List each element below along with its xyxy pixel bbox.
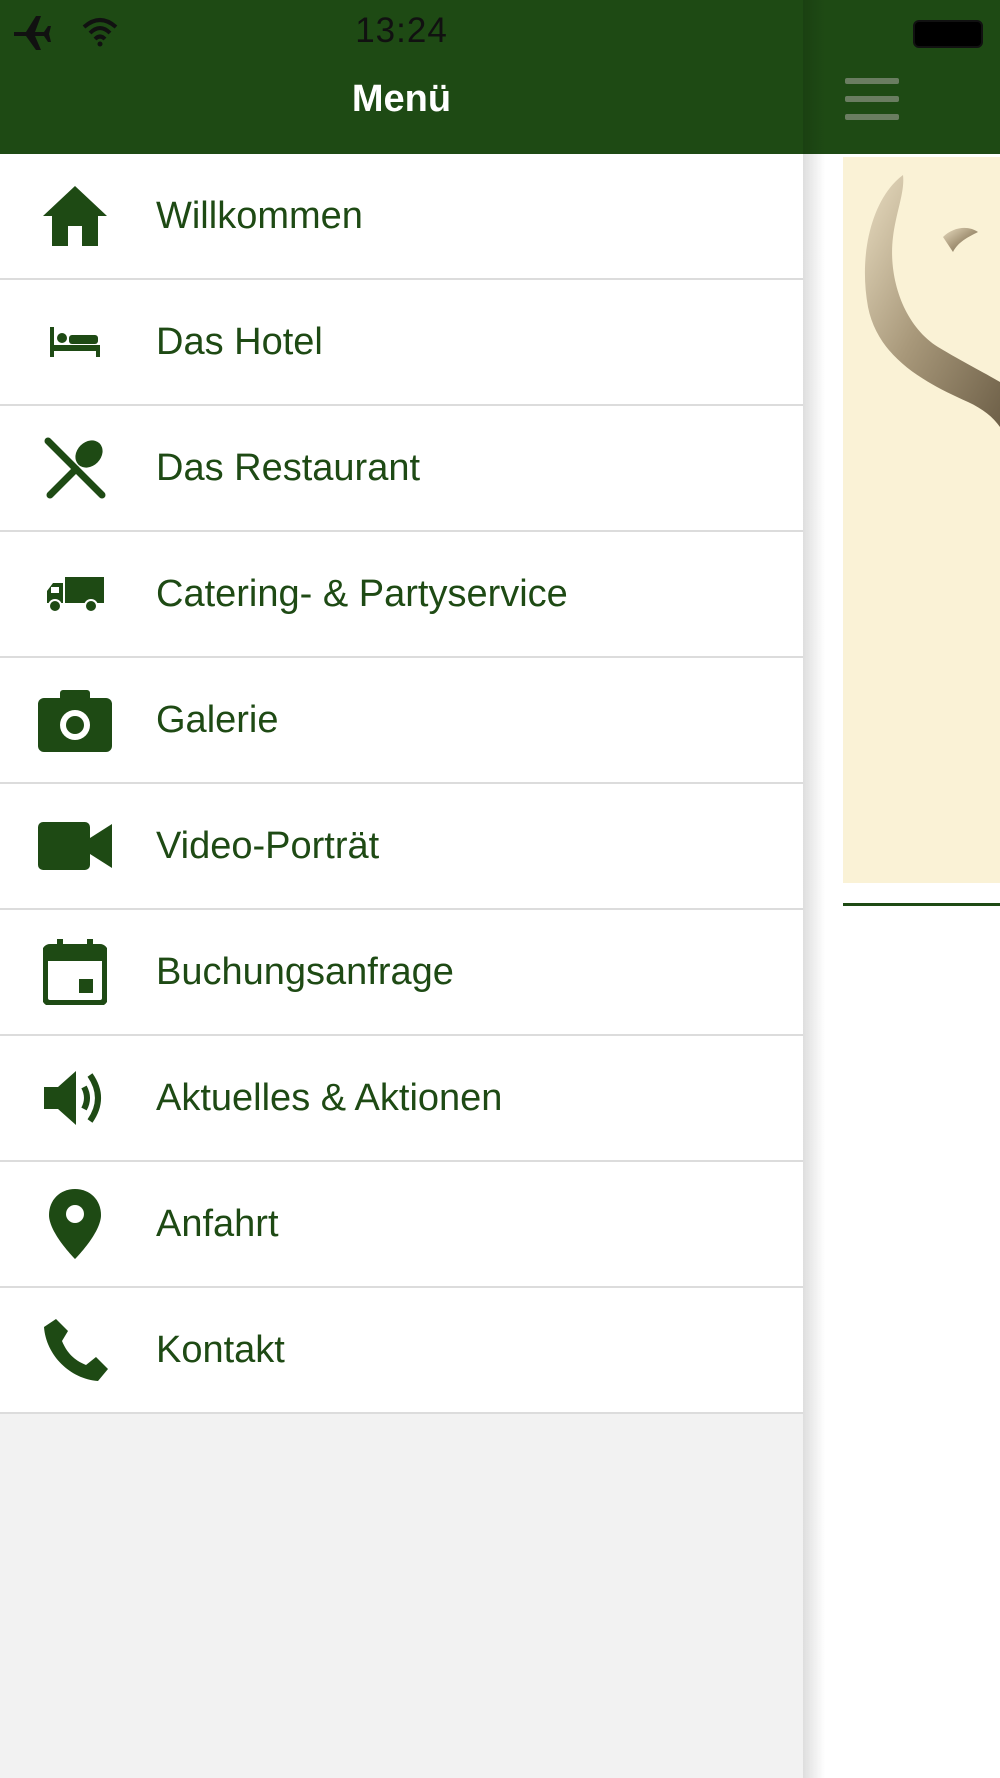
battery-icon (913, 20, 983, 48)
menu-item-buchungsanfrage[interactable]: Buchungsanfrage (0, 910, 803, 1036)
home-icon (30, 154, 120, 278)
drawer-header: 13:24 Menü (0, 0, 803, 154)
video-camera-icon (30, 784, 120, 908)
menu-item-das-hotel[interactable]: Das Hotel (0, 280, 803, 406)
menu-item-label: Willkommen (156, 195, 363, 237)
menu-item-label: Anfahrt (156, 1203, 279, 1245)
menu-item-label: Video-Porträt (156, 825, 380, 867)
hero-image (843, 157, 1000, 883)
menu-item-label: Aktuelles & Aktionen (156, 1077, 503, 1119)
phone-icon (30, 1288, 120, 1412)
content-divider (843, 903, 1000, 906)
menu-item-das-restaurant[interactable]: Das Restaurant (0, 406, 803, 532)
drawer-title: Menü (351, 78, 452, 120)
menu-item-catering-partyservice[interactable]: Catering- & Partyservice (0, 532, 803, 658)
status-time: 13:24 (355, 11, 448, 50)
antler-logo-image (864, 175, 1000, 427)
menu-item-label: Das Restaurant (156, 447, 421, 489)
menu-list: Willkommen Das Hotel Das Restaurant Cate… (0, 154, 803, 1414)
menu-item-label: Buchungsanfrage (156, 951, 454, 993)
content-header (803, 0, 1000, 154)
menu-item-galerie[interactable]: Galerie (0, 658, 803, 784)
main-content (803, 0, 1000, 1778)
camera-icon (30, 658, 120, 782)
menu-item-anfahrt[interactable]: Anfahrt (0, 1162, 803, 1288)
speaker-icon (30, 1036, 120, 1160)
menu-item-willkommen[interactable]: Willkommen (0, 154, 803, 280)
truck-icon (30, 532, 120, 656)
calendar-icon (30, 910, 120, 1034)
navigation-drawer: 13:24 Menü Willkommen Das Hotel Das Rest… (0, 0, 803, 1778)
cutlery-icon (30, 406, 120, 530)
menu-item-label: Das Hotel (156, 321, 323, 363)
menu-item-label: Catering- & Partyservice (156, 573, 568, 615)
menu-item-aktuelles-aktionen[interactable]: Aktuelles & Aktionen (0, 1036, 803, 1162)
map-pin-icon (30, 1162, 120, 1286)
bed-icon (30, 280, 120, 404)
menu-item-label: Galerie (156, 699, 279, 741)
drawer-shadow (803, 0, 825, 1778)
menu-item-label: Kontakt (156, 1329, 285, 1371)
menu-item-video-portraet[interactable]: Video-Porträt (0, 784, 803, 910)
menu-item-kontakt[interactable]: Kontakt (0, 1288, 803, 1414)
hamburger-menu-icon[interactable] (845, 78, 899, 120)
